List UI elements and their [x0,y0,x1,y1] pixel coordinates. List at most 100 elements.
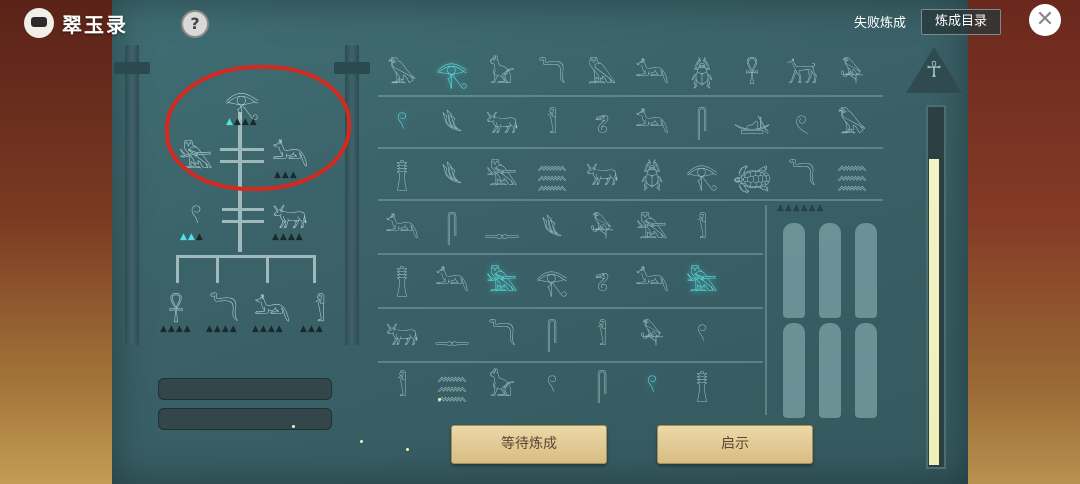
glyph-icon[interactable]: 𓋴 [580,363,624,405]
tree-node-rank: ▲▲▲▲ [206,324,238,334]
background-right [965,0,1080,484]
mummy-figure [855,323,877,418]
glyph-icon[interactable]: 𓃒 [380,312,424,354]
glyph-icon[interactable]: 𓆂 [580,100,624,142]
glyph-icon[interactable]: 𓆓 [480,312,524,354]
sparkle [292,425,295,428]
glyph-icon[interactable]: 𓃢 [430,258,474,300]
glyph-icon[interactable]: 𓋴 [530,312,574,354]
glyph-icon[interactable]: 𓊽 [380,152,424,194]
sparkle [406,448,409,451]
glyph-icon[interactable]: 𓀾 [580,312,624,354]
glyph-icon[interactable]: 𓀾 [680,205,724,247]
progress-meter-fill [929,159,939,465]
pillar-cap-left [114,62,150,74]
glyph-icon[interactable]: 𓅓 [580,50,624,92]
hint-button[interactable]: 启示 [657,425,813,464]
mummy-figure [819,323,841,418]
top-bar: 翠玉录 ? 失败炼成 炼成目录 ✕ [0,0,1080,44]
glyph-icon[interactable]: 𓊛 [730,100,774,142]
tree-leg [313,255,316,283]
glyph-icon[interactable]: 𓃒 [480,100,524,142]
glyph-icon[interactable]: 𓊽 [380,258,424,300]
glyph-icon[interactable]: 𓆓 [530,50,574,92]
mummy-figure [819,223,841,318]
glyph-icon[interactable]: 𓆣 [680,50,724,92]
right-pillar [345,45,359,345]
glyph-icon[interactable]: 𓆰 [530,205,574,247]
glyph-icon[interactable]: 𓏲 [780,100,824,142]
glyph-icon[interactable]: 𓅆 [630,312,674,354]
tree-node-rank: ▲▲▲▲ [160,324,192,334]
glyph-icon[interactable]: 𓆰 [430,152,474,194]
glyph-icon[interactable]: 𓍢 [530,363,574,405]
glyph-icon[interactable]: 𓈗 [530,152,574,194]
glyph-icon[interactable]: 𓃠 [480,50,524,92]
glyph-icon[interactable]: 𓆲 [680,258,724,300]
glyph-icon[interactable]: 𓊃 [480,205,524,247]
failed-transmutation-link[interactable]: 失败炼成 [854,12,906,31]
glyph-icon[interactable]: 𓆲 [480,152,524,194]
background-left [0,0,115,484]
glyph-icon[interactable]: 𓃢 [630,100,674,142]
glyph-icon[interactable]: 𓋴 [680,100,724,142]
mummy-figure [783,323,805,418]
close-icon[interactable]: ✕ [1029,4,1061,36]
sparkle [438,398,441,401]
glyph-icon[interactable]: 𓍢 [680,312,724,354]
tree-node-rank: ▲▲▲ [180,232,204,242]
glyph-icon[interactable]: 𓍢 [630,363,674,405]
glyph-icon[interactable]: 𓃢 [630,258,674,300]
glyph-icon[interactable]: 𓅃 [830,100,874,142]
transmutation-catalog-button[interactable]: 炼成目录 [921,9,1001,35]
tree-bottom-branch [176,255,316,258]
tree-node-rank: ▲▲▲▲ [252,324,284,334]
pillar-cap-right [334,62,370,74]
mummy-figure [783,223,805,318]
wait-transmute-button[interactable]: 等待炼成 [451,425,607,464]
glyph-icon[interactable]: 𓃢 [380,205,424,247]
glyph-icon[interactable]: 𓂀 [530,258,574,300]
glyph-icon[interactable]: 𓆂 [580,258,624,300]
glyph-icon[interactable]: 𓆣 [630,152,674,194]
tree-node-rank: ▲▲▲ [300,324,324,334]
annotation-circle [165,65,351,191]
glyph-icon[interactable]: 𓅆 [580,205,624,247]
tree-leg [176,255,179,283]
glyph-icon[interactable]: 𓆲 [630,205,674,247]
glyph-icon[interactable]: 𓅆 [830,50,874,92]
glyph-icon[interactable]: 𓀾 [530,100,574,142]
glyph-icon[interactable]: 𓈗 [430,363,474,405]
app-title: 翠玉录 [62,12,128,37]
glyph-icon[interactable]: 𓃢 [630,50,674,92]
ankh-icon: ☥ [925,58,943,83]
glyph-icon[interactable]: 𓈗 [830,152,874,194]
tree-branch [222,208,264,211]
tree-leg [266,255,269,283]
glyph-icon[interactable]: 𓀾 [380,363,424,405]
glyph-icon[interactable]: 𓂀 [430,50,474,92]
glyph-icon[interactable]: 𓆉 [730,152,774,194]
logo-icon [24,8,54,38]
glyph-icon[interactable]: 𓋴 [430,205,474,247]
left-pillar [125,45,139,345]
glyph-icon[interactable]: 𓃠 [480,363,524,405]
help-icon[interactable]: ? [181,10,209,38]
result-slot [158,408,332,430]
glyph-icon[interactable]: 𓆲 [480,258,524,300]
glyph-icon[interactable]: 𓍢 [380,100,424,142]
result-slot [158,378,332,400]
glyph-icon[interactable]: 𓃡 [780,50,824,92]
glyph-icon[interactable]: 𓆓 [780,152,824,194]
sparkle [360,440,363,443]
mummy-figure [855,223,877,318]
glyph-icon[interactable]: 𓂀 [680,152,724,194]
glyph-icon[interactable]: 𓅃 [380,50,424,92]
glyph-icon[interactable]: 𓊃 [430,312,474,354]
tree-node-rank: ▲▲▲▲ [272,232,304,242]
tree-branch [222,220,264,223]
glyph-icon[interactable]: 𓊽 [680,363,724,405]
glyph-icon[interactable]: 𓋹 [730,50,774,92]
glyph-icon[interactable]: 𓆰 [430,100,474,142]
glyph-icon[interactable]: 𓃒 [580,152,624,194]
